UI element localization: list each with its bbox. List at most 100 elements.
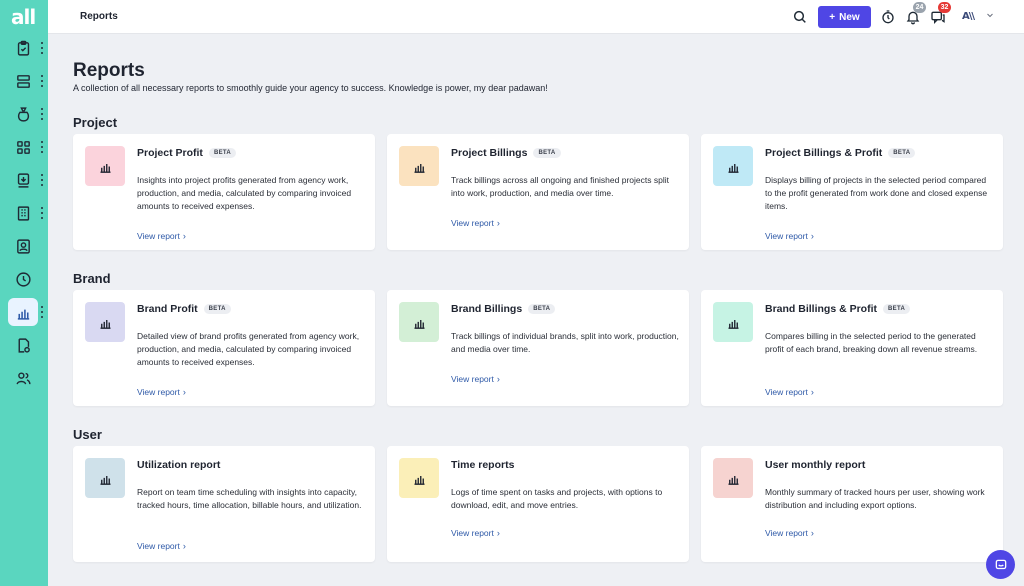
sidebar-item-contacts[interactable] <box>8 232 38 260</box>
view-report-label: View report <box>137 231 180 241</box>
beta-badge: BETA <box>888 148 916 158</box>
view-report-label: View report <box>765 387 808 397</box>
report-description: Track billings of individual brands, spl… <box>451 331 679 354</box>
report-card[interactable]: Project Profit BETA Insights into project … <box>73 134 375 250</box>
sidebar-item-tasks-menu[interactable] <box>40 42 44 54</box>
chevron-right-icon: › <box>496 528 500 538</box>
new-button-label: New <box>839 11 860 23</box>
view-report-link[interactable]: View report › <box>451 528 500 538</box>
sidebar-item-tasks[interactable] <box>8 34 38 62</box>
sidebar-item-projects-menu[interactable] <box>40 75 44 87</box>
sidebar-item-company[interactable] <box>8 199 38 227</box>
chevron-right-icon: › <box>496 218 500 228</box>
view-report-link[interactable]: View report › <box>137 387 186 397</box>
sidebar-item-reports-menu[interactable] <box>40 306 44 318</box>
view-report-link[interactable]: View report › <box>451 374 500 384</box>
chevron-right-icon: › <box>810 387 814 397</box>
bar-chart-icon <box>100 319 110 329</box>
sidebar-item-invoices[interactable] <box>8 166 38 194</box>
top-bar: Reports + New 24 32 A\\ <box>48 0 1024 34</box>
sidebar-item-reports[interactable] <box>8 298 38 326</box>
view-report-link[interactable]: View report › <box>137 231 186 241</box>
chat-bubble-icon <box>995 559 1006 569</box>
new-button[interactable]: + New <box>818 6 871 28</box>
view-report-link[interactable]: View report › <box>765 387 814 397</box>
beta-badge: BETA <box>528 304 556 314</box>
report-title[interactable]: Project Billings <box>451 147 527 159</box>
sidebar-item-projects[interactable] <box>8 67 38 95</box>
bar-chart-icon <box>728 163 738 173</box>
server-stack-icon <box>16 74 30 88</box>
users-icon <box>15 371 31 384</box>
sidebar-item-finance[interactable] <box>8 100 38 128</box>
report-card[interactable]: Brand Profit BETA Detailed view of brand p… <box>73 290 375 406</box>
report-icon-tile <box>85 302 125 342</box>
report-title[interactable]: Utilization report <box>137 459 220 471</box>
clipboard-check-icon <box>17 40 29 56</box>
page-title: Reports <box>73 60 145 81</box>
sidebar-item-finance-menu[interactable] <box>40 108 44 120</box>
bar-chart-icon <box>728 319 738 329</box>
report-description: Track billings across all ongoing and fi… <box>451 175 669 198</box>
report-description: Displays billing of projects in the sele… <box>765 175 988 211</box>
chevron-down-icon[interactable] <box>984 9 996 21</box>
report-description: Insights into project profits generated … <box>137 175 352 211</box>
report-card[interactable]: Time reports Logs of time spent on tasks … <box>387 446 689 562</box>
report-card[interactable]: Project Billings BETA Track billings acros… <box>387 134 689 250</box>
report-card[interactable]: Project Billings & Profit BETA Displays bi… <box>701 134 1003 250</box>
bar-chart-icon <box>414 475 424 485</box>
sidebar-item-time[interactable] <box>8 265 38 293</box>
sidebar-item-team[interactable] <box>8 364 38 392</box>
notifications-button[interactable]: 24 <box>904 2 926 26</box>
report-title[interactable]: Brand Billings <box>451 303 522 315</box>
report-description: Monthly summary of tracked hours per use… <box>765 487 985 510</box>
view-report-link[interactable]: View report › <box>137 541 186 551</box>
support-chat-button[interactable] <box>986 550 1015 579</box>
view-report-link[interactable]: View report › <box>765 528 814 538</box>
report-title[interactable]: User monthly report <box>765 459 865 471</box>
section-title-user: User <box>73 427 102 442</box>
report-card[interactable]: Utilization report Report on team time sc… <box>73 446 375 562</box>
stopwatch-icon <box>882 10 894 24</box>
sidebar-item-apps[interactable] <box>8 133 38 161</box>
messages-button[interactable]: 32 <box>929 2 951 26</box>
messages-badge: 32 <box>938 2 951 13</box>
invoice-download-icon <box>17 172 29 188</box>
building-icon <box>17 205 29 221</box>
report-title[interactable]: Brand Billings & Profit <box>765 303 877 315</box>
breadcrumb[interactable]: Reports <box>80 11 118 22</box>
report-card[interactable]: User monthly report Monthly summary of tr… <box>701 446 1003 562</box>
beta-badge: BETA <box>533 148 561 158</box>
report-title[interactable]: Time reports <box>451 459 514 471</box>
sidebar: all <box>0 0 48 586</box>
app-logo[interactable]: all <box>11 5 36 29</box>
view-report-link[interactable]: View report › <box>765 231 814 241</box>
report-icon-tile <box>399 146 439 186</box>
report-description: Detailed view of brand profits generated… <box>137 331 360 367</box>
report-icon-tile <box>399 458 439 498</box>
sidebar-item-apps-menu[interactable] <box>40 141 44 153</box>
bar-chart-icon <box>414 163 424 173</box>
notifications-badge: 24 <box>913 2 926 13</box>
sidebar-item-documents[interactable] <box>8 331 38 359</box>
account-logo[interactable]: A\\ <box>962 11 975 22</box>
report-icon-tile <box>713 302 753 342</box>
sidebar-item-invoices-menu[interactable] <box>40 174 44 186</box>
bar-chart-icon <box>728 475 738 485</box>
search-button[interactable] <box>791 8 809 26</box>
sidebar-item-company-menu[interactable] <box>40 207 44 219</box>
report-card[interactable]: Brand Billings BETA Track billings of indi… <box>387 290 689 406</box>
report-title[interactable]: Project Profit <box>137 147 203 159</box>
report-title[interactable]: Project Billings & Profit <box>765 147 882 159</box>
plus-icon: + <box>829 11 836 23</box>
bar-chart-icon <box>100 475 110 485</box>
report-title[interactable]: Brand Profit <box>137 303 198 315</box>
view-report-link[interactable]: View report › <box>451 218 500 228</box>
report-card[interactable]: Brand Billings & Profit BETA Compares bill… <box>701 290 1003 406</box>
view-report-label: View report <box>137 387 180 397</box>
report-icon-tile <box>713 146 753 186</box>
report-icon-tile <box>399 302 439 342</box>
timer-button[interactable] <box>879 8 897 26</box>
view-report-label: View report <box>137 541 180 551</box>
view-report-label: View report <box>451 218 494 228</box>
